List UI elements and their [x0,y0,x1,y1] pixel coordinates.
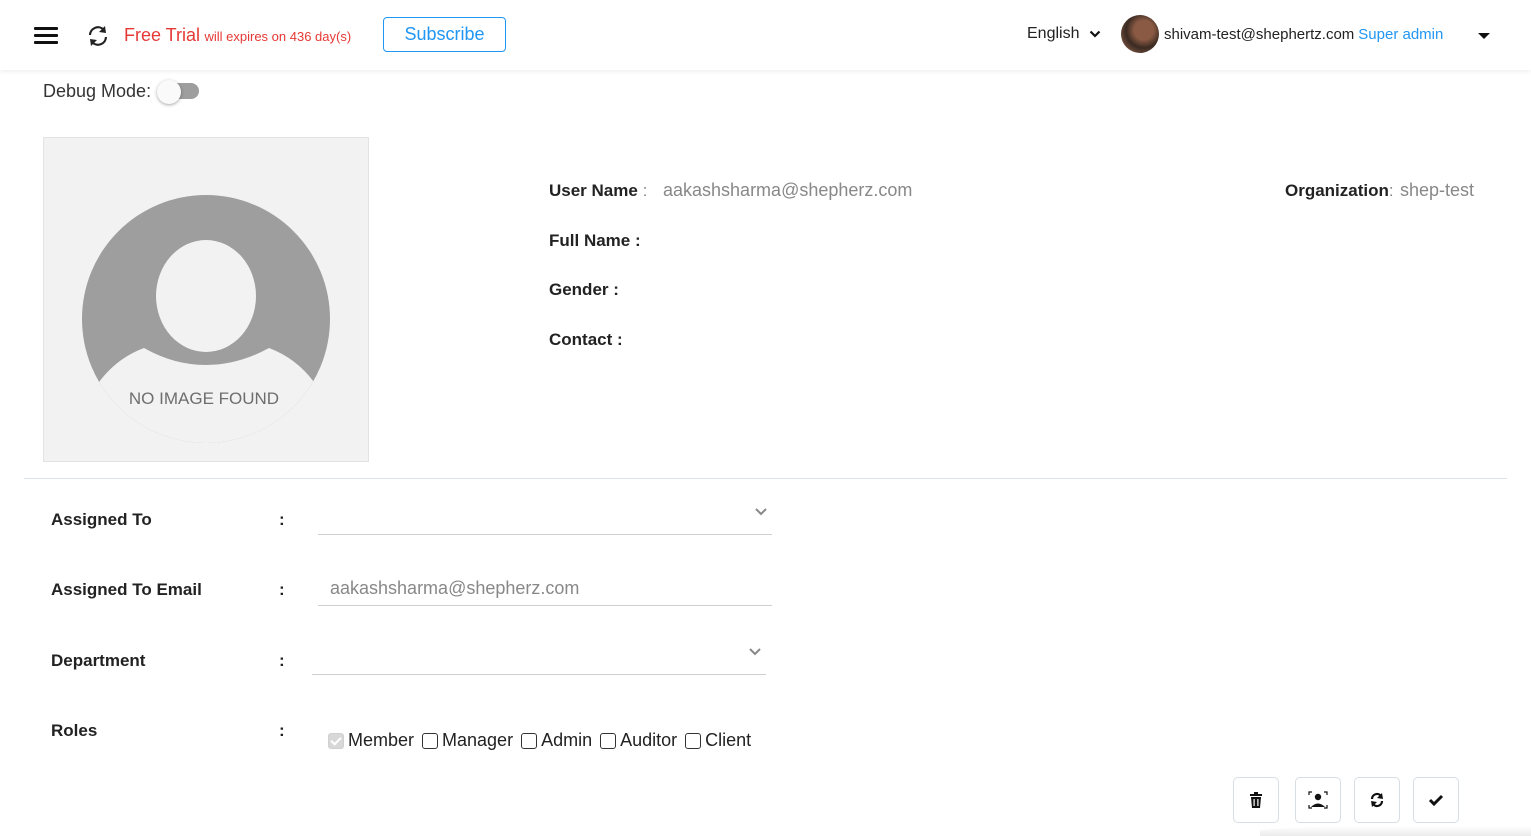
debug-mode: Debug Mode: [43,80,201,104]
hamburger-menu-icon[interactable] [34,27,58,45]
gender-label: Gender : [549,280,619,299]
bottom-shadow [1260,826,1531,836]
trash-icon [1250,792,1262,808]
role-manager-label: Manager [442,730,514,750]
language-selector[interactable]: English [1027,25,1101,43]
user-email: shivam-test@shephertz.com [1164,26,1355,43]
assigned-to-email-colon: : [279,580,285,599]
debug-mode-toggle[interactable] [155,80,201,104]
refresh-button[interactable] [1354,777,1400,823]
assigned-to-label: Assigned To [51,510,152,529]
debug-mode-label: Debug Mode: [43,80,152,101]
save-button[interactable] [1413,777,1459,823]
department-select[interactable] [312,647,766,675]
user-placeholder-icon: NO IMAGE FOUND [82,195,330,443]
free-trial-notice: Free Trial will expires on 436 day(s) [124,25,351,46]
role-manager[interactable]: Manager [422,730,513,751]
department-colon: : [279,651,285,670]
roles-checkbox-group: Member Manager Admin Auditor Client [328,730,759,751]
organization-label: Organization: [1285,181,1394,200]
role-client-label: Client [705,730,752,750]
check-icon [1428,794,1444,806]
user-info[interactable]: shivam-test@shephertz.com Super admin [1164,26,1443,43]
assigned-to-email-label: Assigned To Email [51,580,202,599]
role-auditor-checkbox[interactable] [600,732,617,749]
trial-title: Free Trial [124,25,201,45]
user-avatar[interactable] [1121,15,1159,53]
assigned-to-select[interactable] [318,507,772,535]
user-role: Super admin [1358,26,1444,43]
delete-button[interactable] [1233,777,1279,823]
role-manager-checkbox[interactable] [422,732,439,749]
user-name-label: User Name : [549,181,648,200]
role-client-checkbox[interactable] [685,732,702,749]
caret-down-icon[interactable] [1478,33,1490,39]
no-image-text: NO IMAGE FOUND [129,389,279,408]
role-member-checkbox[interactable] [328,732,344,749]
department-label: Department [51,651,146,670]
chevron-down-icon [755,508,767,516]
refresh-icon [1370,792,1384,808]
role-client[interactable]: Client [685,730,751,751]
role-auditor-label: Auditor [620,730,678,750]
assigned-to-email-input[interactable] [318,572,772,606]
role-member[interactable]: Member [328,730,414,751]
language-label: English [1027,25,1080,42]
trial-expiry: will expires on 436 day(s) [204,29,352,44]
face-scan-icon [1308,791,1328,809]
role-auditor[interactable]: Auditor [600,730,677,751]
role-admin-label: Admin [541,730,593,750]
face-scan-button[interactable] [1295,777,1341,823]
subscribe-button[interactable]: Subscribe [383,17,506,52]
chevron-down-icon [749,648,761,656]
section-divider [24,478,1507,479]
role-admin-checkbox[interactable] [521,732,538,749]
contact-label: Contact : [549,330,623,349]
user-name-value: aakashsharma@shepherz.com [663,180,913,200]
assigned-to-colon: : [279,510,285,529]
roles-colon: : [279,721,285,740]
organization-value: shep-test [1400,180,1475,200]
profile-image-placeholder: NO IMAGE FOUND [43,137,369,462]
role-admin[interactable]: Admin [521,730,592,751]
top-navbar: Free Trial will expires on 436 day(s) Su… [0,0,1531,70]
sync-icon[interactable] [84,22,112,50]
roles-label: Roles [51,721,98,740]
full-name-label: Full Name : [549,231,641,250]
chevron-down-icon [1090,30,1101,38]
role-member-label: Member [348,730,415,750]
